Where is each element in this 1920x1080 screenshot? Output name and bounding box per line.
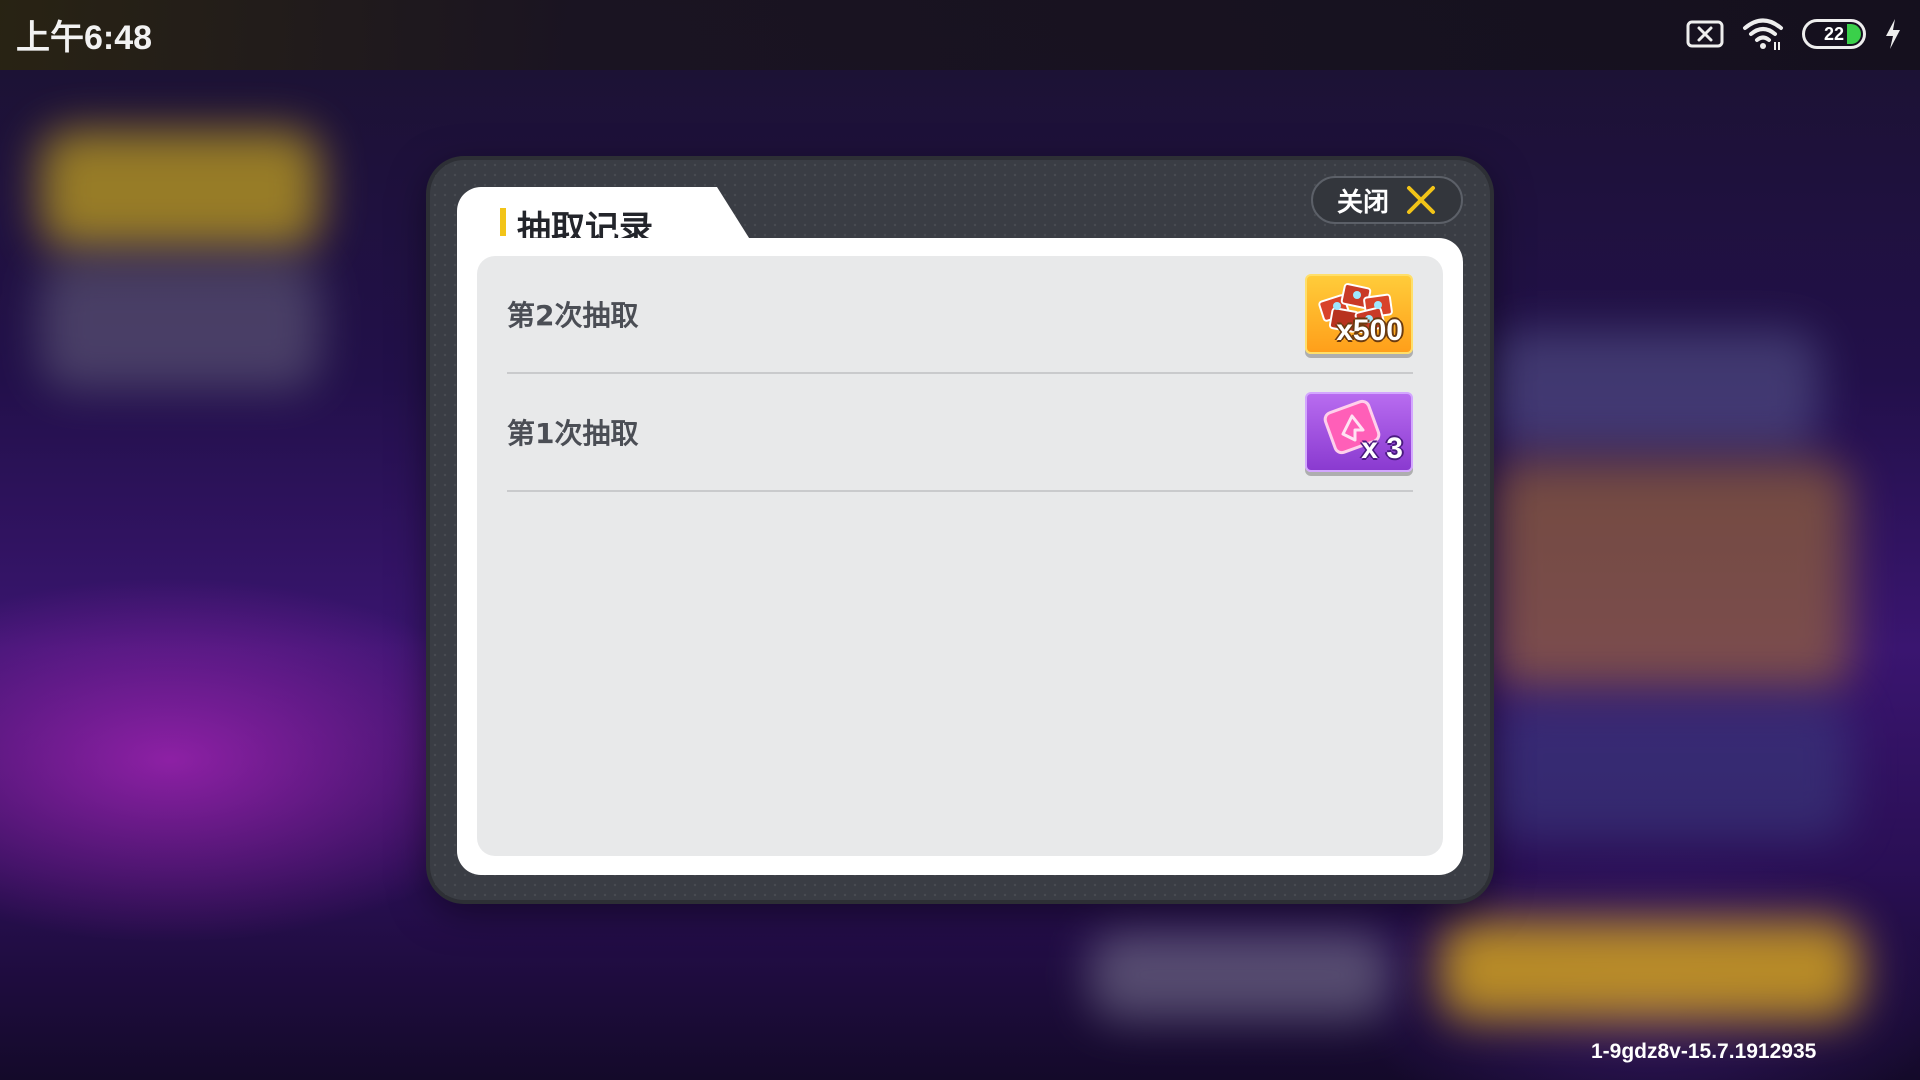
dialog-content-panel: 第2次抽取 x500 第1次抽取 x 3 — [457, 238, 1463, 875]
no-sim-icon — [1686, 20, 1724, 48]
reward-quantity: x 3 — [1361, 432, 1403, 465]
status-icons: 22 — [1686, 14, 1902, 54]
background-blurred-panel — [40, 260, 320, 390]
list-item: 第2次抽取 x500 — [507, 256, 1413, 374]
list-item: 第1次抽取 x 3 — [507, 374, 1413, 492]
reward-quantity: x500 — [1336, 314, 1403, 347]
status-time: 上午6:48 — [16, 19, 153, 57]
background-blurred-panel — [1490, 330, 1820, 450]
draw-record-dialog: 抽取记录 关闭 第2次抽取 x500 第1次抽取 x 3 — [430, 160, 1490, 900]
charging-icon — [1886, 19, 1900, 49]
background-blurred-button — [1090, 930, 1390, 1020]
reward-item[interactable]: x 3 — [1305, 392, 1413, 472]
close-icon — [1407, 186, 1435, 214]
record-label: 第2次抽取 — [507, 299, 639, 332]
status-bar: 上午6:48 22 — [0, 0, 1920, 66]
record-list[interactable]: 第2次抽取 x500 第1次抽取 x 3 — [477, 256, 1443, 856]
background-blurred-panel — [40, 130, 320, 250]
background-blurred-button — [1440, 920, 1860, 1020]
background-blurred-panel — [1490, 460, 1850, 690]
background-blurred-panel — [1490, 700, 1850, 840]
record-label: 第1次抽取 — [507, 417, 639, 450]
reward-item[interactable]: x500 — [1305, 274, 1413, 354]
close-button[interactable]: 关闭 — [1311, 176, 1463, 224]
battery-fill — [1847, 24, 1861, 44]
version-label: 1-9gdz8v-15.7.1912935 — [1591, 1040, 1817, 1063]
battery-icon: 22 — [1802, 19, 1866, 49]
wifi-icon — [1743, 18, 1783, 50]
title-accent-bar — [500, 208, 506, 236]
battery-level: 22 — [1823, 23, 1845, 44]
close-label: 关闭 — [1336, 187, 1389, 218]
